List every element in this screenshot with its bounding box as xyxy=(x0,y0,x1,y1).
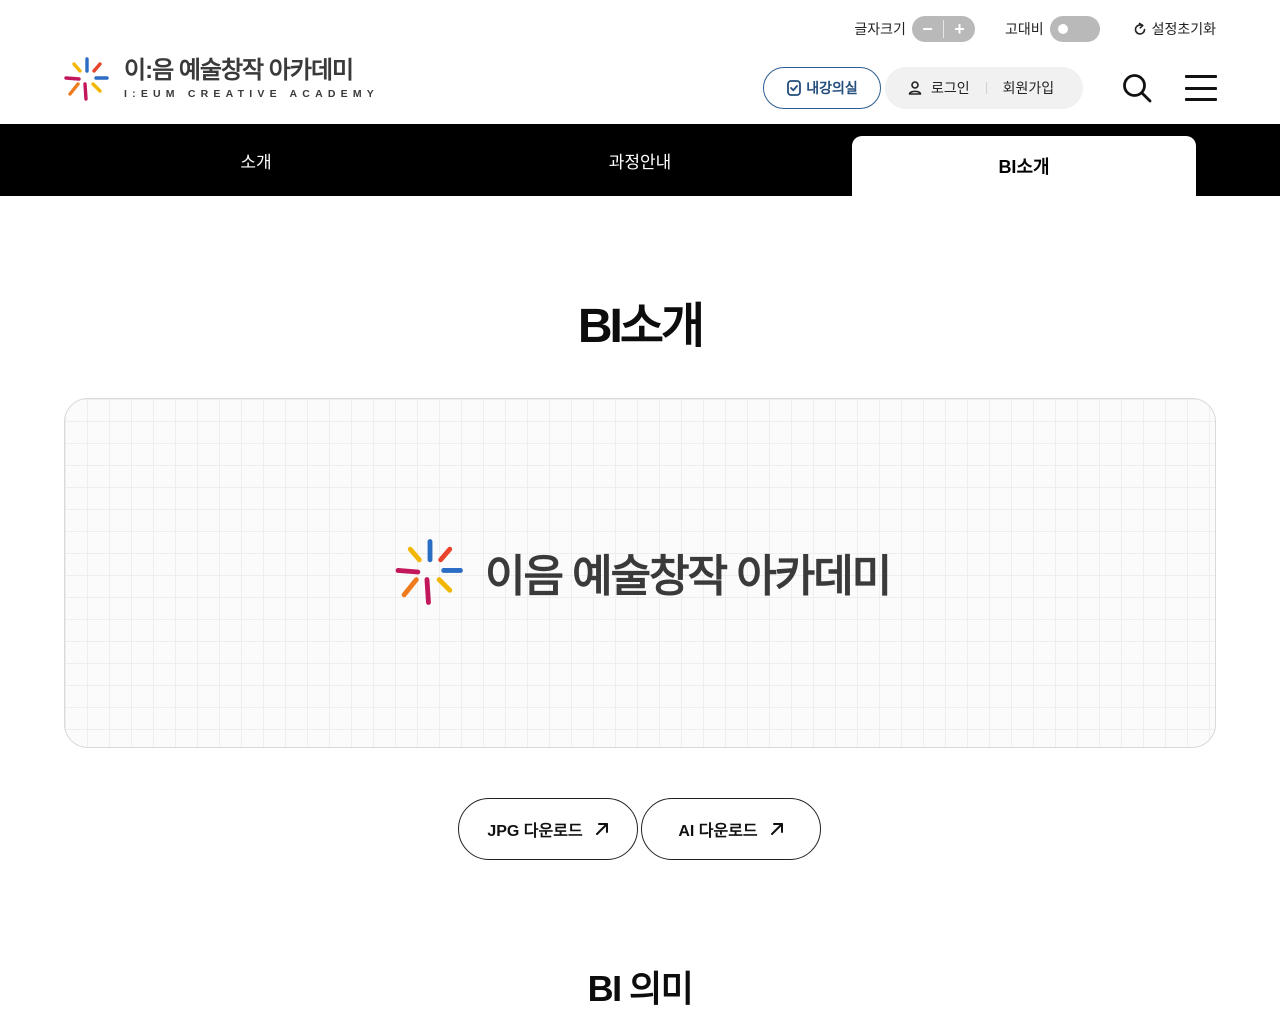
tab-courses[interactable]: 과정안내 xyxy=(448,124,832,196)
menu-button[interactable] xyxy=(1185,74,1217,102)
ai-download-button[interactable]: AI 다운로드 xyxy=(641,798,821,860)
user-icon xyxy=(908,81,922,95)
menu-icon-bar xyxy=(1185,98,1217,101)
bi-preview-panel: 이음 예술창작 아카데미 xyxy=(64,398,1216,748)
my-classroom-label: 내강의실 xyxy=(806,80,858,96)
high-contrast-label: 고대비 xyxy=(1004,21,1044,37)
refresh-icon xyxy=(1134,22,1145,35)
my-classroom-button[interactable]: 내강의실 xyxy=(763,67,881,109)
jpg-download-button[interactable]: JPG 다운로드 xyxy=(458,798,638,860)
search-icon xyxy=(1123,74,1152,103)
search-button[interactable] xyxy=(1121,72,1153,104)
burst-logo-icon xyxy=(64,57,109,101)
auth-group: 로그인 회원가입 xyxy=(885,67,1083,109)
font-size-control: − + xyxy=(911,16,975,42)
high-contrast-toggle[interactable] xyxy=(1049,16,1100,42)
font-decrease-button[interactable]: − xyxy=(912,16,943,42)
burst-logo-icon xyxy=(395,539,463,605)
high-contrast-control: 고대비 xyxy=(1005,16,1100,42)
logo-title: 이:음 예술창작 아카데미 xyxy=(124,57,354,84)
arrow-up-right-icon xyxy=(595,823,608,835)
signup-link[interactable]: 회원가입 xyxy=(1003,78,1055,98)
font-size-label: 글자크기 xyxy=(854,21,906,37)
tab-bi-intro[interactable]: BI소개 xyxy=(852,136,1196,196)
menu-icon xyxy=(1185,75,1217,78)
arrow-up-right-icon xyxy=(770,823,783,835)
classroom-icon xyxy=(787,80,802,96)
section-nav: 소개 과정안내 BI소개 xyxy=(0,124,1280,196)
bi-logo-text: 이음 예술창작 아카데미 xyxy=(485,552,892,601)
font-increase-button[interactable]: + xyxy=(944,16,975,42)
site-logo[interactable]: 이:음 예술창작 아카데미 I:EUM CREATIVE ACADEMY xyxy=(64,56,379,102)
section-title-bi-meaning: BI 의미 xyxy=(587,968,694,1009)
menu-icon-bar xyxy=(1185,86,1217,90)
logo-subtitle: I:EUM CREATIVE ACADEMY xyxy=(124,88,379,100)
logo-text: 이:음 예술창작 아카데미 I:EUM CREATIVE ACADEMY xyxy=(124,57,379,101)
font-size-stepper: − + xyxy=(911,16,975,42)
bi-logo: 이음 예술창작 아카데미 xyxy=(395,537,892,607)
auth-divider xyxy=(985,82,987,94)
toggle-knob xyxy=(1057,24,1068,34)
login-link[interactable]: 로그인 xyxy=(931,78,970,98)
utility-bar: 글자크기 − + 고대비 설정초기화 xyxy=(854,14,1216,44)
download-buttons: JPG 다운로드 AI 다운로드 xyxy=(458,798,821,860)
tab-intro[interactable]: 소개 xyxy=(64,124,448,196)
reset-settings-label: 설정초기화 xyxy=(1151,21,1216,37)
jpg-download-label: JPG 다운로드 xyxy=(487,823,583,840)
reset-settings-button[interactable]: 설정초기화 xyxy=(1132,19,1216,39)
ai-download-label: AI 다운로드 xyxy=(678,823,758,840)
page-title: BI소개 xyxy=(577,300,705,353)
